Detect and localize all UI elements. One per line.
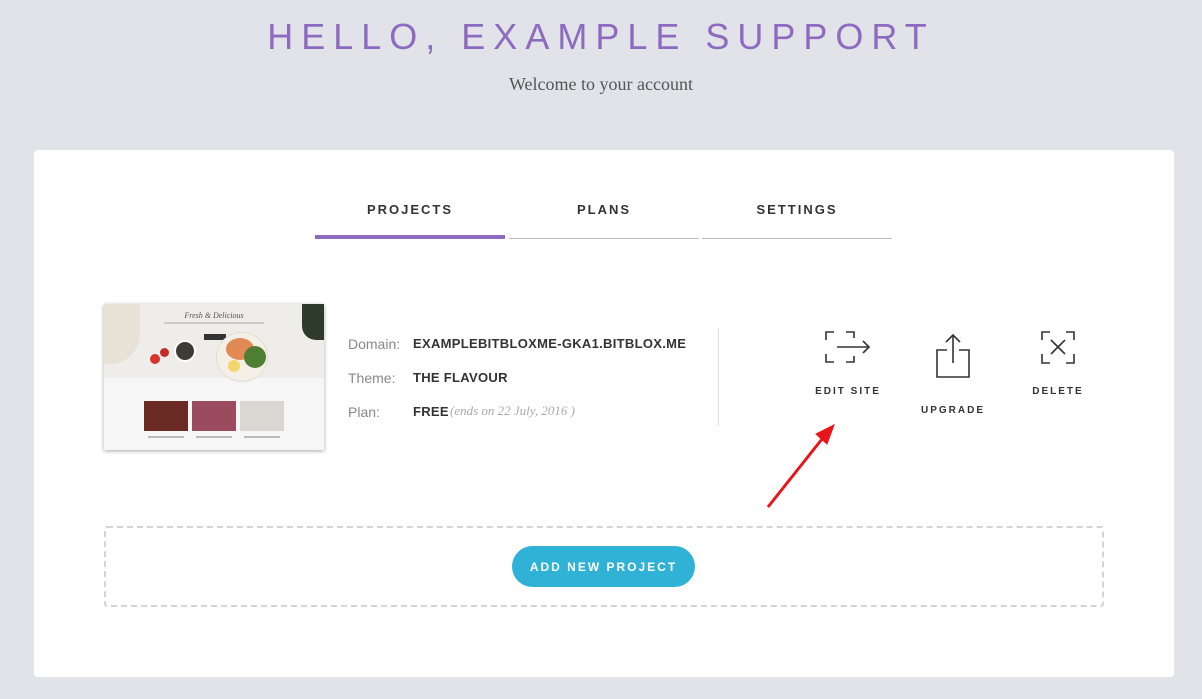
thumbnail-photo [192,401,236,431]
thumbnail-olive-bowl [174,340,196,362]
thumbnail-greens [244,346,266,368]
tab-projects-label: PROJECTS [366,202,454,217]
theme-value: THE FLAVOUR [413,370,508,385]
tab-settings-label: SETTINGS [756,202,838,217]
greeting-heading: HELLO, EXAMPLE SUPPORT [267,16,935,57]
welcome-subtitle: Welcome to your account [509,74,693,94]
delete-label: DELETE [1032,386,1084,397]
plan-label: Plan: [348,404,380,420]
tab-projects[interactable]: PROJECTS [315,200,505,239]
theme-label: Theme: [348,370,396,386]
thumbnail-photo [240,401,284,431]
thumbnail-bottle [302,304,324,340]
edit-site-button[interactable]: EDIT SITE [803,330,893,397]
upgrade-label: UPGRADE [920,405,985,416]
project-thumbnail[interactable]: Fresh & Delicious [104,304,324,450]
account-page: HELLO, EXAMPLE SUPPORT Welcome to your a… [0,0,1202,699]
plan-value: FREE [413,404,449,419]
thumbnail-caption [148,436,184,438]
add-new-project-button[interactable]: ADD NEW PROJECT [512,546,695,587]
upgrade-icon [936,333,970,378]
edit-site-label: EDIT SITE [815,386,881,397]
thumbnail-subline [164,322,264,324]
account-card: PROJECTS PLANS SETTINGS Fresh & Deliciou… [34,150,1174,677]
thumbnail-title: Fresh & Delicious [184,311,244,320]
delete-icon [1041,331,1075,364]
edit-site-icon [825,331,871,363]
delete-button[interactable]: DELETE [1013,330,1103,397]
thumbnail-tomato [150,354,160,364]
tab-plans[interactable]: PLANS [509,200,699,239]
tab-settings[interactable]: SETTINGS [702,200,892,239]
thumbnail-photo [144,401,188,431]
thumbnail-tomato [160,348,169,357]
upgrade-button[interactable]: UPGRADE [908,333,998,416]
thumbnail-caption [244,436,280,438]
tab-bar: PROJECTS PLANS SETTINGS [315,200,893,240]
plan-expiry-note: (ends on 22 July, 2016 ) [450,403,575,418]
thumbnail-lemon [228,360,240,372]
vertical-divider [718,328,719,426]
tab-plans-label: PLANS [576,202,632,217]
domain-label: Domain: [348,336,401,352]
plan-row: Plan: FREE (ends on 22 July, 2016 ) [348,403,748,424]
thumbnail-caption [196,436,232,438]
domain-value: EXAMPLEBITBLOXME-GKA1.BITBLOX.ME [413,336,687,351]
